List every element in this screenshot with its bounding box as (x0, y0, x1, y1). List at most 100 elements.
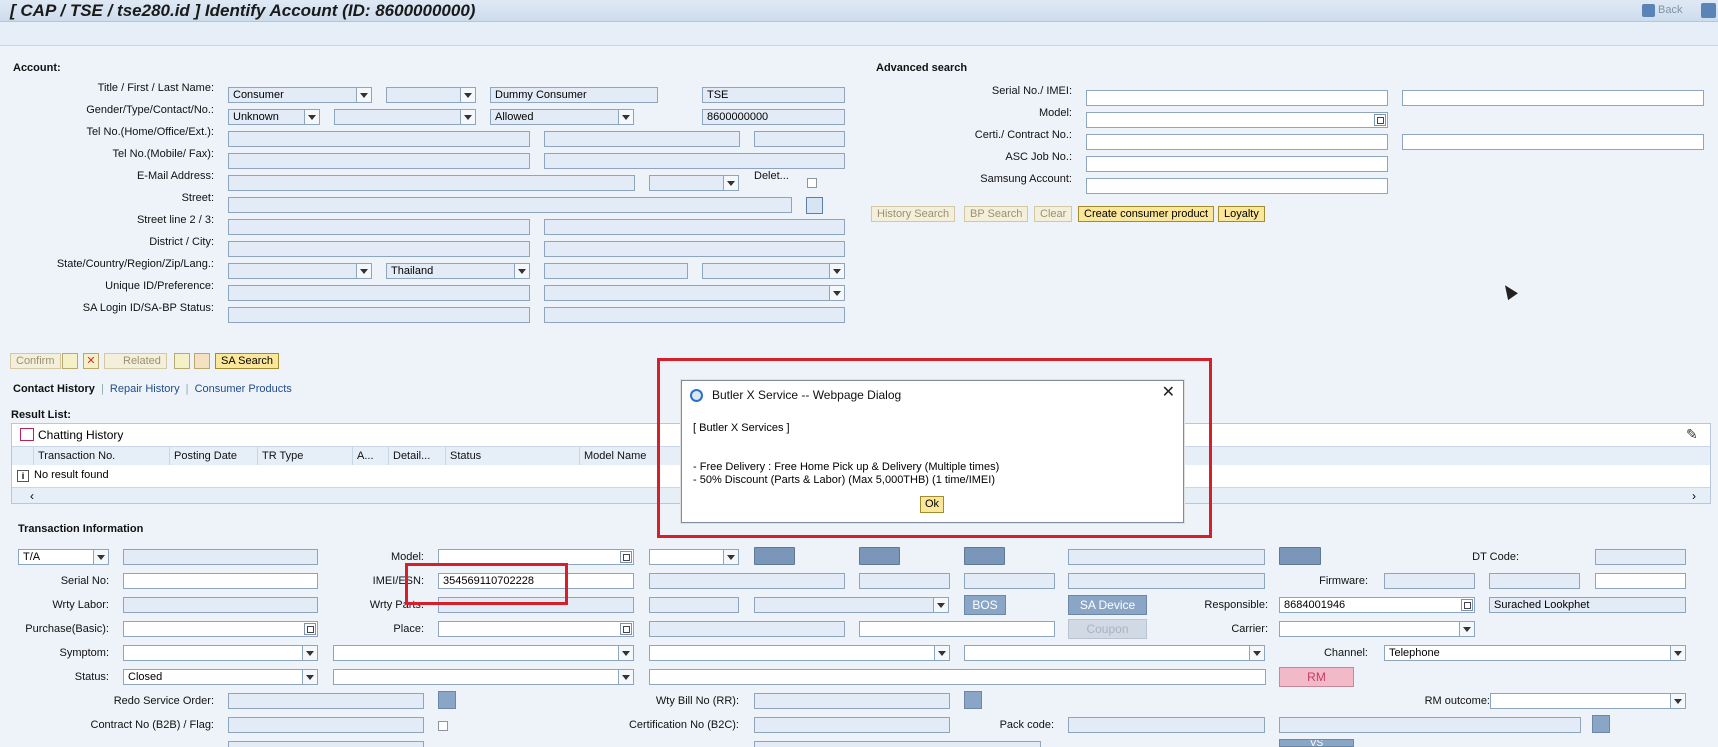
loyalty-button[interactable]: Loyalty (1218, 206, 1265, 222)
preference-select[interactable] (544, 285, 845, 301)
exit-icon[interactable] (1701, 3, 1716, 18)
symptom4-select[interactable] (964, 645, 1265, 661)
tv-icon[interactable] (754, 547, 795, 565)
place2-field[interactable] (859, 621, 1055, 637)
bos-button[interactable]: BOS (964, 595, 1006, 615)
edit-pencil-icon[interactable]: ✎ (1686, 427, 1700, 441)
street2-field[interactable] (228, 219, 530, 235)
type-select[interactable] (334, 109, 476, 125)
transfer-icon[interactable] (194, 353, 210, 369)
rm-button[interactable]: RM (1279, 667, 1354, 687)
tab-repair-history[interactable]: Repair History (110, 383, 180, 395)
tab-consumer-products[interactable]: Consumer Products (195, 383, 292, 395)
asc-job-field[interactable] (1086, 156, 1388, 172)
samsung-account-field[interactable] (1086, 178, 1388, 194)
carrier-select[interactable] (1279, 621, 1475, 637)
certi-field[interactable] (1086, 134, 1388, 150)
street3-field[interactable] (544, 219, 845, 235)
ta-select[interactable]: T/A (18, 549, 109, 565)
col-posting-date[interactable]: Posting Date (170, 447, 258, 465)
col-transaction-no[interactable]: Transaction No. (34, 447, 170, 465)
vs-button[interactable]: VS (1279, 739, 1354, 747)
wty-bill-search-icon[interactable] (964, 691, 982, 709)
col-tr-type[interactable]: TR Type (258, 447, 353, 465)
title-select[interactable]: Consumer (228, 87, 372, 103)
save-icon[interactable] (62, 353, 78, 369)
sa-search-button[interactable]: SA Search (215, 353, 279, 369)
serial-imei2-field[interactable] (1402, 90, 1704, 106)
purchase-date-field[interactable] (123, 621, 318, 637)
label-rm-outcome: RM outcome: (1424, 695, 1490, 707)
dt-code-field[interactable] (1595, 549, 1686, 565)
back-button[interactable]: Back (1642, 3, 1696, 18)
cancel-icon[interactable]: ✕ (83, 353, 99, 369)
col-status[interactable]: Status (446, 447, 580, 465)
tab-contact-history[interactable]: Contact History (13, 383, 95, 395)
fax-field[interactable] (544, 153, 845, 169)
monitor-icon[interactable] (964, 547, 1005, 565)
tel-mobile-field[interactable] (228, 153, 530, 169)
chevron-down-icon (304, 110, 319, 124)
status-reason-select[interactable] (333, 669, 634, 685)
bp-search-button[interactable]: BP Search (964, 206, 1029, 222)
email-type-select[interactable] (649, 175, 739, 191)
district-field[interactable] (228, 241, 530, 257)
wrty-parts-select[interactable] (754, 597, 949, 613)
chatting-history-label[interactable]: Chatting History (38, 428, 123, 442)
model-field[interactable] (1086, 112, 1388, 128)
delete-checkbox[interactable] (807, 178, 817, 188)
serial-imei-field[interactable] (1086, 90, 1388, 106)
contract-flag-checkbox[interactable] (438, 721, 448, 731)
rm-outcome-select[interactable] (1490, 693, 1686, 709)
info-badge-icon[interactable] (1279, 547, 1321, 565)
first-name-field[interactable]: Dummy Consumer (490, 87, 658, 103)
symptom1-select[interactable] (123, 645, 318, 661)
firmware3-field[interactable] (1595, 573, 1686, 589)
status-note-field[interactable] (649, 669, 1266, 685)
zip-field[interactable] (544, 263, 688, 279)
email-field[interactable] (228, 175, 635, 191)
contact-number-field[interactable]: 8600000000 (702, 109, 845, 125)
title2-select[interactable] (386, 87, 476, 103)
contact-select[interactable]: Allowed (490, 109, 634, 125)
status-select[interactable]: Closed (123, 669, 318, 685)
state-select[interactable] (228, 263, 372, 279)
col-detail[interactable]: Detail... (389, 447, 446, 465)
contract-field[interactable] (1402, 134, 1704, 150)
unique-id-field[interactable] (228, 285, 530, 301)
tel-office-field[interactable] (544, 131, 740, 147)
related-button[interactable]: Related (104, 353, 167, 369)
tel-ext-field[interactable] (754, 131, 845, 147)
street-field[interactable] (228, 197, 792, 213)
close-icon[interactable]: ✕ (1162, 384, 1175, 402)
col-a[interactable]: A... (353, 447, 389, 465)
tel-home-field[interactable] (228, 131, 530, 147)
city-field[interactable] (544, 241, 845, 257)
coupon-button[interactable]: Coupon (1068, 619, 1147, 639)
gender-select[interactable]: Unknown (228, 109, 320, 125)
redo-search-icon[interactable] (438, 691, 456, 709)
country-select[interactable]: Thailand (386, 263, 530, 279)
clear-button[interactable]: Clear (1034, 206, 1073, 222)
model-type-select[interactable] (649, 549, 739, 565)
symptom3-select[interactable] (649, 645, 950, 661)
history-search-button[interactable]: History Search (871, 206, 956, 222)
channel-select[interactable]: Telephone (1384, 645, 1686, 661)
zip-search-icon[interactable] (806, 197, 823, 214)
ok-button[interactable]: Ok (920, 496, 945, 513)
edit-icon[interactable] (174, 353, 190, 369)
appliance-icon[interactable] (859, 547, 900, 565)
responsible-field[interactable]: 8684001946 (1279, 597, 1475, 613)
symptom2-select[interactable] (333, 645, 634, 661)
pack-search-icon[interactable] (1592, 715, 1610, 733)
place-field[interactable] (438, 621, 634, 637)
confirm-button[interactable]: Confirm (10, 353, 61, 369)
create-consumer-product-button[interactable]: Create consumer product (1078, 206, 1215, 222)
sa-bp-status-field[interactable] (544, 307, 845, 323)
row9-field2 (754, 741, 1041, 747)
language-select[interactable] (702, 263, 845, 279)
serial-no-field[interactable] (123, 573, 318, 589)
last-name-field[interactable]: TSE (702, 87, 845, 103)
sa-device-button[interactable]: SA Device (1068, 595, 1147, 615)
sa-login-field[interactable] (228, 307, 530, 323)
